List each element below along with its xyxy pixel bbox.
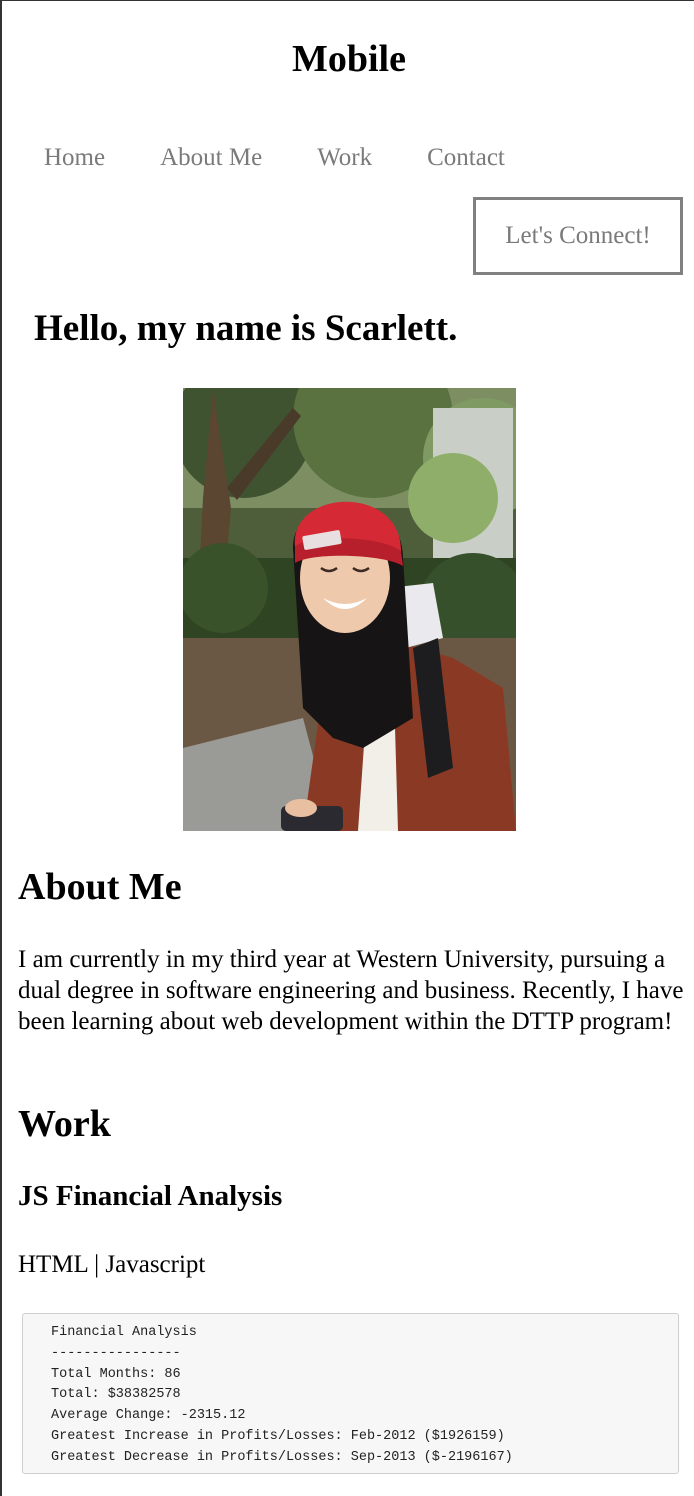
nav-item-home[interactable]: Home <box>44 141 105 175</box>
nav-item-contact[interactable]: Contact <box>427 141 505 175</box>
site-title: Mobile <box>292 38 406 80</box>
about-me-heading: About Me <box>18 866 182 908</box>
greeting-heading: Hello, my name is Scarlett. <box>34 308 458 349</box>
work-heading: Work <box>18 1103 111 1145</box>
nav-item-about-me[interactable]: About Me <box>160 141 262 175</box>
about-me-text: I am currently in my third year at Weste… <box>18 946 684 1035</box>
nav-item-work[interactable]: Work <box>317 141 372 175</box>
profile-photo <box>183 388 516 831</box>
output-line: Average Change: -2315.12 <box>51 1408 246 1424</box>
output-line: Financial Analysis <box>51 1325 197 1340</box>
output-line: Greatest Decrease in Profits/Losses: Sep… <box>51 1449 513 1465</box>
output-line: Greatest Increase in Profits/Losses: Feb… <box>51 1428 505 1444</box>
output-line: Total Months: 86 <box>51 1366 181 1382</box>
project-tech-stack: HTML | Javascript <box>18 1251 206 1278</box>
main-nav: Home About Me Work Contact <box>44 141 560 175</box>
lets-connect-button[interactable]: Let's Connect! <box>473 197 683 275</box>
financial-analysis-output: Financial Analysis ---------------- Tota… <box>22 1313 679 1474</box>
output-line: ---------------- <box>51 1345 181 1361</box>
project-title: JS Financial Analysis <box>18 1180 283 1212</box>
output-line: Total: $38382578 <box>51 1387 181 1403</box>
